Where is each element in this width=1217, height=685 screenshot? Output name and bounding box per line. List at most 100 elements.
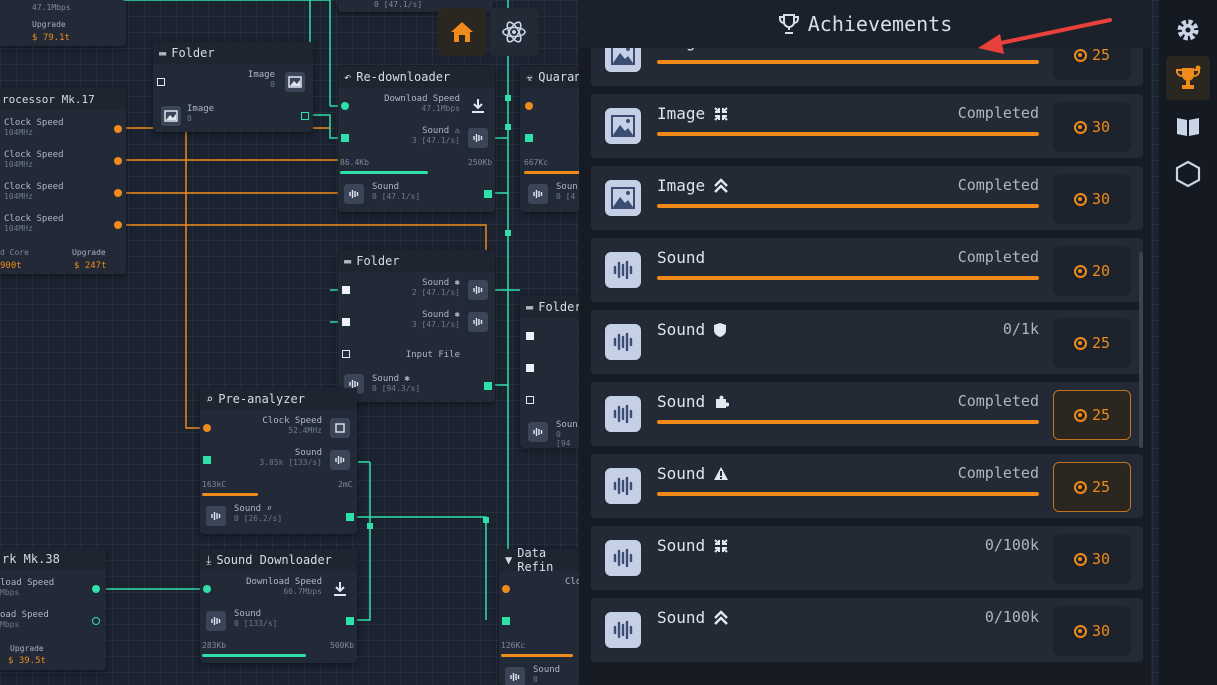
reward-button[interactable]: 25 — [1053, 462, 1131, 512]
input-port[interactable] — [525, 134, 533, 142]
input-port[interactable] — [342, 286, 350, 294]
reward-button[interactable]: 20 — [1053, 246, 1131, 296]
node-title: rocessor Mk.17 — [0, 88, 126, 110]
reward-button[interactable]: 25 — [1053, 390, 1131, 440]
input-port[interactable] — [502, 617, 510, 625]
cpu-icon — [330, 418, 350, 438]
output-port[interactable] — [114, 125, 122, 133]
input-port[interactable] — [203, 456, 211, 464]
output-port[interactable] — [301, 112, 309, 120]
reward-button[interactable]: 25 — [1053, 318, 1131, 368]
output-port[interactable] — [114, 189, 122, 197]
upgrade-button[interactable]: Upgrade — [72, 248, 106, 257]
achievement-row[interactable]: Sound 0/1k 25 — [591, 310, 1143, 374]
achievements-scrollbar[interactable] — [1139, 252, 1143, 448]
input-port[interactable] — [526, 364, 534, 372]
input-port[interactable] — [203, 585, 211, 593]
settings-button[interactable] — [1166, 8, 1210, 52]
achievement-name: Image — [657, 176, 729, 195]
preanalyzer-node[interactable]: ⌕ Pre-analyzer Clock Speed 52.4MHz Sound 3.… — [200, 388, 357, 534]
coin-icon — [1073, 264, 1087, 278]
input-port[interactable] — [341, 134, 349, 142]
achievements-button[interactable] — [1166, 56, 1210, 100]
guide-button[interactable] — [1166, 104, 1210, 148]
achievement-row[interactable]: Sound 0/100k 30 — [591, 526, 1143, 590]
redownloader-node[interactable]: ↶ Re-downloader Download Speed 47.1Mbps So… — [338, 66, 495, 212]
sound-downloader-node[interactable]: ⤓ Sound Downloader Download Speed 66.7Mbps… — [200, 549, 357, 663]
input-port[interactable] — [526, 332, 534, 340]
home-button[interactable] — [438, 8, 486, 56]
input-port[interactable] — [157, 78, 165, 86]
achievement-name: Sound — [657, 536, 729, 555]
partial-node-top-left[interactable]: 47.1Mbps Upgrade $ 79.1t — [0, 0, 126, 46]
input-port[interactable] — [342, 350, 350, 358]
achievement-row[interactable]: Sound 0/100k 30 — [591, 598, 1143, 662]
output-port[interactable] — [484, 382, 492, 390]
hexagon-button[interactable] — [1166, 152, 1210, 196]
achievements-list[interactable]: ImageCompleted25ImageCompleted30ImageCom… — [591, 0, 1143, 685]
data-refiner-node[interactable]: ▼Data Refin Clo 126Kc Sound0 [26.2/s] — [499, 546, 581, 685]
folder-node[interactable]: ▬ Folder Soun 0 [94 — [520, 296, 582, 448]
sound-icon — [528, 422, 548, 442]
processor-node[interactable]: rocessor Mk.17 Clock Speed 104MHz Clock S… — [0, 88, 126, 274]
output-port[interactable] — [114, 157, 122, 165]
input-port[interactable] — [203, 424, 211, 432]
progress-bar — [340, 171, 428, 174]
node-header: ▬ Folder — [153, 42, 313, 64]
achievement-status: Completed — [957, 104, 1039, 122]
upgrade-price: $ 39.5t — [8, 656, 46, 666]
output-port[interactable] — [346, 617, 354, 625]
progress-bar — [524, 171, 580, 174]
reward-button[interactable]: 30 — [1053, 102, 1131, 152]
quarantine-node[interactable]: ☣ Quaran 667Kc Soun 0 [4 — [520, 66, 582, 212]
coin-icon — [1073, 120, 1087, 134]
coin-icon — [1073, 480, 1087, 494]
achievement-row[interactable]: Sound Completed 20 — [591, 238, 1143, 302]
achievement-name: Sound — [657, 320, 727, 339]
achievement-progress-bar — [657, 492, 1039, 496]
achievement-row[interactable]: Image Completed 30 — [591, 166, 1143, 230]
coin-icon — [1073, 192, 1087, 206]
node-title: Folder — [356, 254, 400, 268]
sound-row: Sound ✱ 3 [47.1/s] — [411, 310, 460, 329]
clock-speed-row: Clock Speed 104MHz — [4, 150, 64, 169]
node-title: Data Refin — [517, 546, 554, 574]
trophy-icon — [778, 14, 799, 34]
achievement-row[interactable]: Sound Completed 25 — [591, 454, 1143, 518]
reward-button[interactable]: 30 — [1053, 534, 1131, 584]
output-port[interactable] — [484, 190, 492, 198]
folder-icon: ▬ — [526, 300, 534, 314]
progress-bar — [501, 654, 573, 657]
output-port[interactable] — [114, 221, 122, 229]
upgrade-button[interactable]: Upgrade — [10, 644, 44, 653]
achievement-row[interactable]: Image Completed 30 — [591, 94, 1143, 158]
image-icon — [285, 72, 305, 92]
reward-button[interactable]: 30 — [1053, 606, 1131, 656]
image-icon — [161, 106, 181, 126]
input-port[interactable] — [341, 102, 349, 110]
achievement-progress-bar — [657, 204, 1039, 208]
input-port[interactable] — [525, 102, 533, 110]
achievements-panel: ImageCompleted25ImageCompleted30ImageCom… — [579, 0, 1151, 685]
achievement-row[interactable]: Sound Completed 25 — [591, 382, 1143, 446]
sound-icon — [613, 332, 633, 352]
sound-icon — [613, 404, 633, 424]
network-node[interactable]: rk Mk.38 load Speed Mbps oad Speed Mbps Up… — [0, 548, 106, 670]
node-header: ▬ Folder — [520, 296, 582, 318]
folder-node[interactable]: ▬ Folder Sound ✱ 2 [47.1/s] Sound ✱ 3 [47.1… — [338, 250, 495, 402]
output-port[interactable] — [92, 585, 100, 593]
upgrade-label[interactable]: Upgrade — [32, 20, 66, 29]
top-toolbar — [438, 8, 538, 56]
output-port[interactable] — [92, 617, 100, 625]
input-port[interactable] — [502, 585, 510, 593]
reward-button[interactable]: 30 — [1053, 174, 1131, 224]
input-port[interactable] — [526, 396, 534, 404]
input-port[interactable] — [342, 318, 350, 326]
achievement-icon — [605, 612, 641, 648]
research-button[interactable] — [490, 8, 538, 56]
node-header: ↶ Re-downloader — [338, 66, 495, 88]
core-label: d Core — [0, 248, 29, 257]
output-port[interactable] — [346, 513, 354, 521]
folder-node[interactable]: ▬ Folder Image 0 Image 0 — [153, 42, 313, 132]
coin-icon — [1073, 552, 1087, 566]
